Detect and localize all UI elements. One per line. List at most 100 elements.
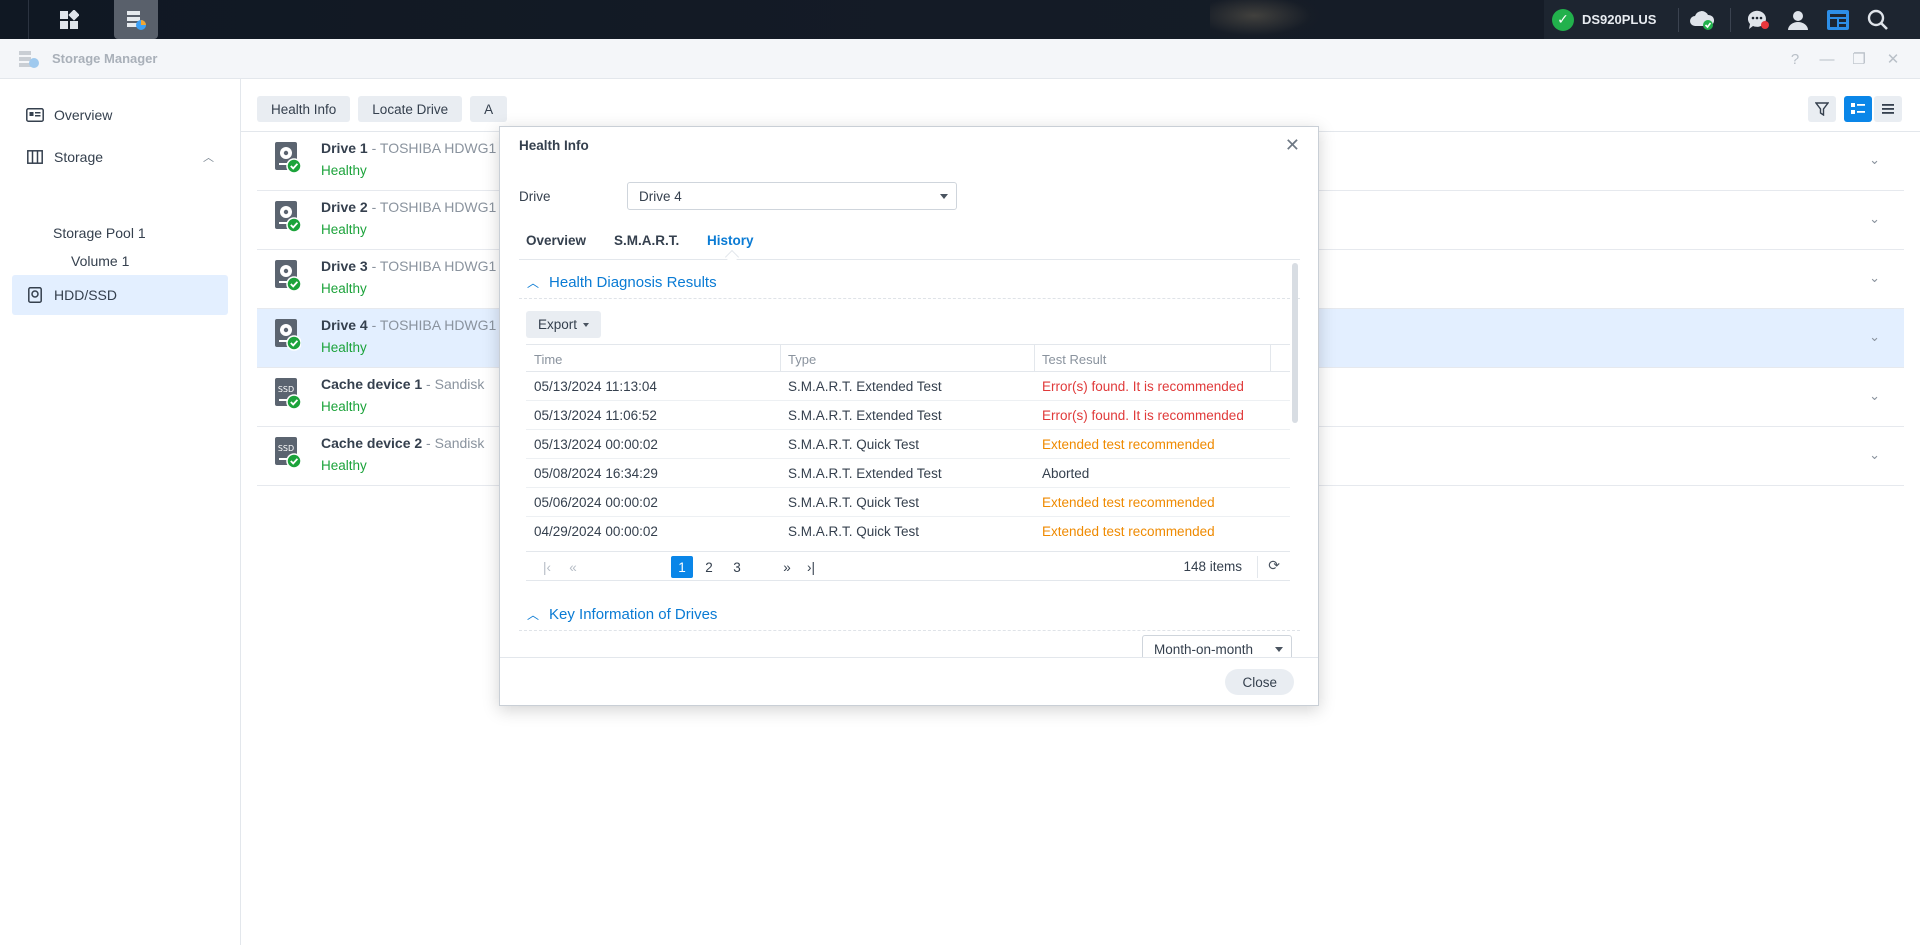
chevron-up-icon[interactable]: ︿ [203,149,214,165]
cell-time: 05/13/2024 11:06:52 [534,408,657,423]
hdd-icon [275,319,302,351]
tab-history[interactable]: History [707,233,754,248]
cell-result: Aborted [1042,466,1090,481]
cell-time: 04/29/2024 00:00:02 [534,524,658,539]
next-page-icon[interactable]: » [776,556,798,578]
column-divider[interactable] [1270,345,1271,372]
chevron-down-icon[interactable]: ⌄ [1869,270,1880,286]
table-row[interactable]: 05/13/2024 11:06:52 S.M.A.R.T. Extended … [526,401,1290,430]
refresh-icon[interactable]: ⟳ [1268,557,1280,574]
sidebar-item-label: Overview [54,107,113,123]
chevron-down-icon[interactable]: ⌄ [1869,152,1880,168]
notifications-icon[interactable] [1742,4,1774,36]
taskbar-divider [28,0,29,39]
window-title: Storage Manager [52,51,158,66]
taskbar: ✓ DS920PLUS [0,0,1920,39]
chevron-up-icon: ︿ [527,276,540,290]
tab-smart[interactable]: S.M.A.R.T. [614,233,679,248]
page-2-button[interactable]: 2 [698,556,720,578]
cell-type: S.M.A.R.T. Extended Test [788,466,942,481]
drive-toolbar: Health Info Locate Drive A [257,96,508,122]
column-header-time[interactable]: Time [534,352,562,367]
sidebar-item-label: HDD/SSD [54,287,118,303]
window-titlebar: Storage Manager ? — ❐ ✕ [0,39,1920,79]
cell-result: Extended test recommended [1042,524,1215,539]
cloud-sync-icon[interactable] [1686,4,1718,36]
drive-status: Healthy [321,163,367,178]
section-header-key-information[interactable]: ︿ Key Information of Drives [519,599,1300,631]
table-row[interactable]: 05/13/2024 11:13:04 S.M.A.R.T. Extended … [526,372,1290,401]
item-count: 148 items [1183,559,1242,574]
minimize-icon[interactable]: — [1816,48,1838,70]
chevron-down-icon[interactable]: ⌄ [1869,211,1880,227]
column-header-test-result[interactable]: Test Result [1042,352,1106,367]
section-header-health-diagnosis[interactable]: ︿ Health Diagnosis Results [519,267,1300,299]
drive-status: Healthy [321,281,367,296]
drive-name: Cache device 2 - Sandisk [321,435,485,451]
column-header-type[interactable]: Type [788,352,816,367]
main-menu-icon[interactable] [47,0,91,39]
search-icon[interactable] [1862,4,1894,36]
history-scroll-area[interactable]: ︿ Health Diagnosis Results Export Time T… [519,261,1301,657]
caret-down-icon [583,322,590,327]
list-view-icon[interactable] [1844,96,1872,122]
first-page-icon[interactable]: |‹ [536,556,558,578]
caret-down-icon [1275,647,1283,652]
export-button[interactable]: Export [526,311,602,338]
drive-label: Drive [519,189,551,204]
storage-icon [26,149,44,165]
tab-overview[interactable]: Overview [526,233,586,248]
page-1-button[interactable]: 1 [671,556,693,578]
server-name: DS920PLUS [1582,12,1657,27]
page-3-button[interactable]: 3 [726,556,748,578]
maximize-icon[interactable]: ❐ [1848,48,1870,70]
cell-result: Extended test recommended [1042,495,1215,510]
help-icon[interactable]: ? [1784,48,1806,70]
column-divider[interactable] [1034,345,1035,372]
section-title: Health Diagnosis Results [549,274,717,291]
dialog-footer: Close [500,657,1318,705]
sidebar-item-label: Storage [54,149,104,165]
health-info-button[interactable]: Health Info [257,96,351,122]
sidebar-item-storage[interactable]: Storage ︿ [12,137,228,177]
compact-view-icon[interactable] [1874,96,1902,122]
user-icon[interactable] [1782,4,1814,36]
drive-select[interactable]: Drive 4 [627,182,957,210]
close-icon[interactable]: ✕ [1285,135,1300,156]
dialog-title: Health Info [519,138,589,153]
history-table: Time Type Test Result 05/13/2024 11:13:0… [526,344,1290,546]
close-window-icon[interactable]: ✕ [1882,48,1904,70]
table-row[interactable]: 05/08/2024 16:34:29 S.M.A.R.T. Extended … [526,459,1290,488]
drive-status: Healthy [321,340,367,355]
hdd-icon [275,201,302,233]
action-button[interactable]: A [470,96,508,122]
chevron-down-icon[interactable]: ⌄ [1869,388,1880,404]
storage-manager-taskbar-icon[interactable] [114,0,158,39]
table-row[interactable]: 05/13/2024 00:00:02 S.M.A.R.T. Quick Tes… [526,430,1290,459]
column-divider[interactable] [780,345,781,372]
widgets-icon[interactable] [1822,4,1854,36]
scrollbar[interactable] [1292,263,1298,423]
pager-divider [1257,556,1258,578]
drive-select-value: Drive 4 [639,189,682,204]
locate-drive-button[interactable]: Locate Drive [358,96,463,122]
drive-status: Healthy [321,399,367,414]
cell-time: 05/08/2024 16:34:29 [534,466,658,481]
drive-name: Drive 1 - TOSHIBA HDWG1 [321,140,497,156]
table-row[interactable]: 05/06/2024 00:00:02 S.M.A.R.T. Quick Tes… [526,488,1290,517]
chevron-down-icon[interactable]: ⌄ [1869,447,1880,463]
close-button[interactable]: Close [1225,669,1294,695]
cell-type: S.M.A.R.T. Extended Test [788,408,942,423]
system-status[interactable]: ✓ DS920PLUS [1552,0,1656,39]
last-page-icon[interactable]: ›| [800,556,822,578]
sidebar-item-overview[interactable]: Overview [12,95,228,135]
sidebar-item-storage-pool[interactable]: Storage Pool 1 [53,225,146,241]
drive-name: Drive 3 - TOSHIBA HDWG1 [321,258,497,274]
table-row[interactable]: 04/29/2024 00:00:02 S.M.A.R.T. Quick Tes… [526,517,1290,546]
sidebar-item-volume[interactable]: Volume 1 [71,253,129,269]
chevron-down-icon[interactable]: ⌄ [1869,329,1880,345]
sidebar-item-hdd-ssd[interactable]: HDD/SSD [12,275,228,315]
tray-divider [1730,8,1731,32]
previous-page-icon[interactable]: « [562,556,584,578]
filter-icon[interactable] [1808,96,1836,122]
